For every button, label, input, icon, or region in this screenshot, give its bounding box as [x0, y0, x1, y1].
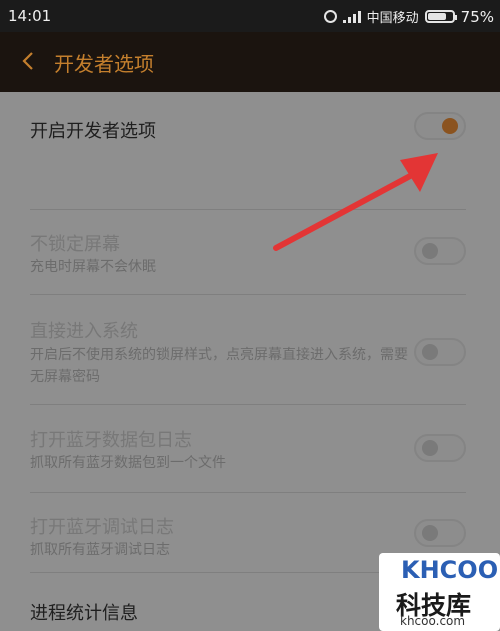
carrier-name: 中国移动	[366, 11, 419, 26]
setting-enter-system-directly[interactable]: 直接进入系统 开启后不使用系统的锁屏样式，点亮屏幕直接进入系统，需要无屏幕密码	[0, 295, 500, 405]
settings-list: 开启开发者选项 不锁定屏幕 充电时屏幕不会休眠 直接进入系统 开启后不使用系统的…	[0, 92, 500, 631]
page-title: 开发者选项	[54, 52, 154, 76]
chevron-left-icon[interactable]	[16, 48, 42, 74]
toggle-thumb	[442, 118, 458, 134]
battery-icon	[424, 10, 457, 23]
status-icons: 中国移动 75%	[323, 7, 494, 26]
toggle-thumb	[422, 525, 438, 541]
bluetooth-packet-log-toggle[interactable]	[414, 434, 466, 462]
developer-options-toggle[interactable]	[414, 112, 466, 140]
no-lock-screen-toggle[interactable]	[414, 237, 466, 265]
setting-subtitle: 抓取所有蓝牙数据包到一个文件	[30, 455, 226, 471]
signal-icon	[342, 10, 361, 23]
toggle-thumb	[422, 440, 438, 456]
setting-subtitle: 充电时屏幕不会休眠	[30, 259, 156, 275]
setting-title: 打开蓝牙数据包日志	[30, 430, 192, 451]
alarm-icon	[323, 10, 337, 23]
title-bar: 开发者选项	[0, 32, 500, 92]
setting-no-lock-screen[interactable]: 不锁定屏幕 充电时屏幕不会休眠	[0, 210, 500, 295]
watermark-logo: KHCOO 科技库 khcoo.com	[379, 553, 500, 631]
setting-subtitle: 开启后不使用系统的锁屏样式，点亮屏幕直接进入系统，需要无屏幕密码	[30, 347, 408, 385]
setting-title: 不锁定屏幕	[30, 234, 120, 255]
toggle-thumb	[422, 243, 438, 259]
enter-system-toggle[interactable]	[414, 338, 466, 366]
setting-subtitle: 抓取所有蓝牙调试日志	[30, 542, 170, 558]
bluetooth-debug-log-toggle[interactable]	[414, 519, 466, 547]
battery-fill	[427, 13, 446, 20]
status-bar: 14:01 中国移动 75%	[0, 0, 500, 32]
setting-bluetooth-packet-log[interactable]: 打开蓝牙数据包日志 抓取所有蓝牙数据包到一个文件	[0, 405, 500, 493]
battery-percent: 75%	[460, 7, 494, 26]
blank-section	[0, 162, 500, 210]
setting-title: 打开蓝牙调试日志	[30, 517, 174, 538]
setting-title: 进程统计信息	[30, 603, 138, 624]
setting-title: 开启开发者选项	[30, 121, 156, 142]
watermark-brand: KHCOO	[401, 556, 499, 584]
setting-open-developer-options[interactable]: 开启开发者选项	[0, 92, 500, 162]
setting-title: 直接进入系统	[30, 321, 138, 342]
watermark-url: khcoo.com	[400, 614, 466, 628]
status-time: 14:01	[8, 7, 52, 25]
toggle-thumb	[422, 344, 438, 360]
